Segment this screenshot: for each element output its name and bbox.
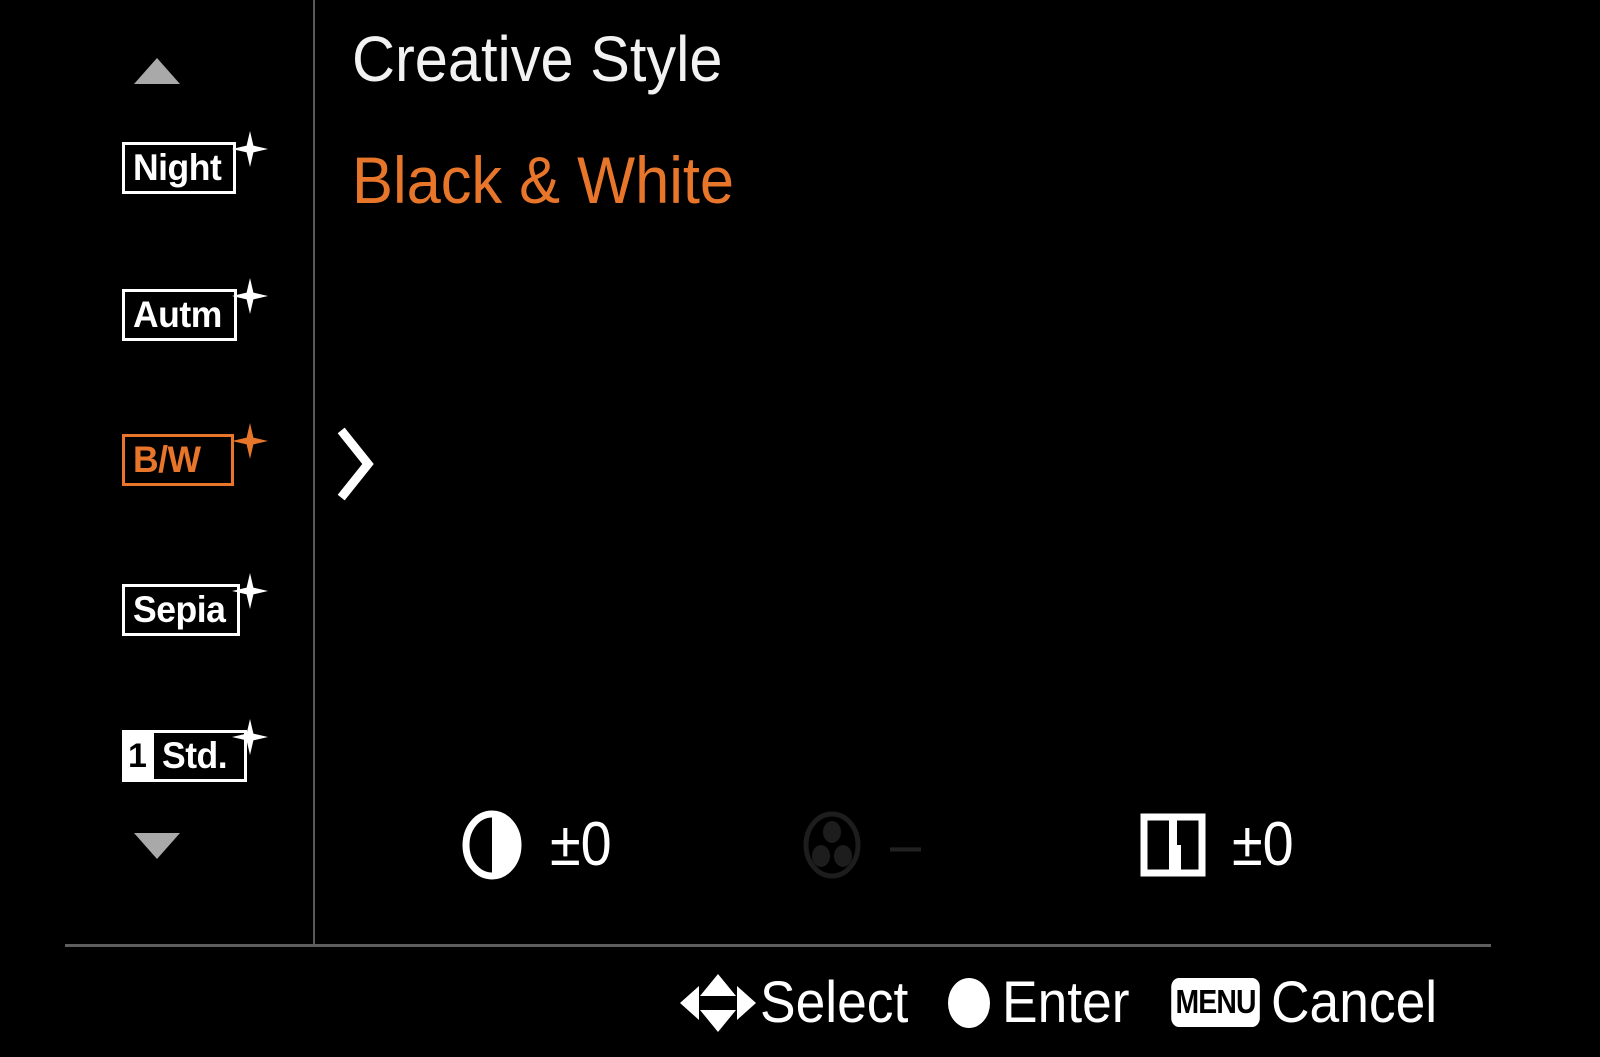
sharpness-icon xyxy=(1140,811,1206,879)
parameter-saturation[interactable]: – xyxy=(800,795,924,895)
saturation-icon xyxy=(800,809,864,881)
parameter-value: ±0 xyxy=(550,810,612,879)
panel-divider xyxy=(313,0,315,945)
style-label-box: Std. xyxy=(151,730,247,782)
sidebar-item-sepia[interactable]: Sepia xyxy=(0,573,313,646)
hint-label: Enter xyxy=(1001,969,1130,1035)
sidebar-item-autumn[interactable]: Autm xyxy=(0,278,313,351)
style-label-box: Night xyxy=(122,142,237,194)
sidebar-item-standard[interactable]: 1 Std. xyxy=(0,719,313,792)
parameter-contrast[interactable]: ±0 xyxy=(460,795,619,895)
sidebar-item-label: Std. xyxy=(162,735,228,776)
style-label-box: Sepia xyxy=(122,584,241,636)
hint-enter[interactable]: Enter xyxy=(947,969,1141,1036)
style-label-box: B/W xyxy=(122,434,234,486)
hint-label: Select xyxy=(760,969,909,1035)
chevron-right-icon[interactable] xyxy=(330,424,382,504)
sparkle-icon xyxy=(230,421,270,461)
bottom-divider xyxy=(65,944,1491,947)
menu-badge-icon: MENU xyxy=(1164,978,1267,1027)
style-label-box: Autm xyxy=(122,289,237,341)
sidebar-item-label: Night xyxy=(133,147,222,188)
sidebar-item-label: B/W xyxy=(133,439,201,480)
triangle-down-icon[interactable] xyxy=(0,833,313,859)
sidebar-item-bw[interactable]: B/W xyxy=(0,423,313,496)
parameter-value: ±0 xyxy=(1232,810,1294,879)
parameter-sharpness[interactable]: ±0 xyxy=(1140,795,1301,895)
contrast-icon xyxy=(460,809,524,881)
camera-creative-style-screen: Night Autm B/W Sepia 1 Std. Creative Sty… xyxy=(0,0,1600,1057)
page-title: Creative Style xyxy=(352,23,723,95)
hint-label: Cancel xyxy=(1271,969,1438,1035)
center-dot-icon xyxy=(947,977,990,1028)
hint-cancel[interactable]: MENU Cancel xyxy=(1164,970,1452,1036)
selected-style-value: Black & White xyxy=(352,143,735,217)
hint-select[interactable]: Select xyxy=(680,970,921,1036)
sidebar-item-night[interactable]: Night xyxy=(0,131,313,204)
creative-style-list[interactable]: Night Autm B/W Sepia 1 Std. xyxy=(0,0,313,925)
triangle-up-icon[interactable] xyxy=(0,58,313,84)
sidebar-item-label: Autm xyxy=(133,294,222,335)
menu-badge-text: MENU xyxy=(1171,978,1261,1027)
dpad-icon xyxy=(680,972,757,1034)
status-hint-bar: Select Enter MENU Cancel xyxy=(0,948,1600,1057)
style-number-badge: 1 xyxy=(122,730,152,782)
parameter-value: – xyxy=(890,810,922,879)
sidebar-item-label: Sepia xyxy=(133,589,226,630)
style-parameters: ±0 – ±0 xyxy=(440,795,1400,895)
